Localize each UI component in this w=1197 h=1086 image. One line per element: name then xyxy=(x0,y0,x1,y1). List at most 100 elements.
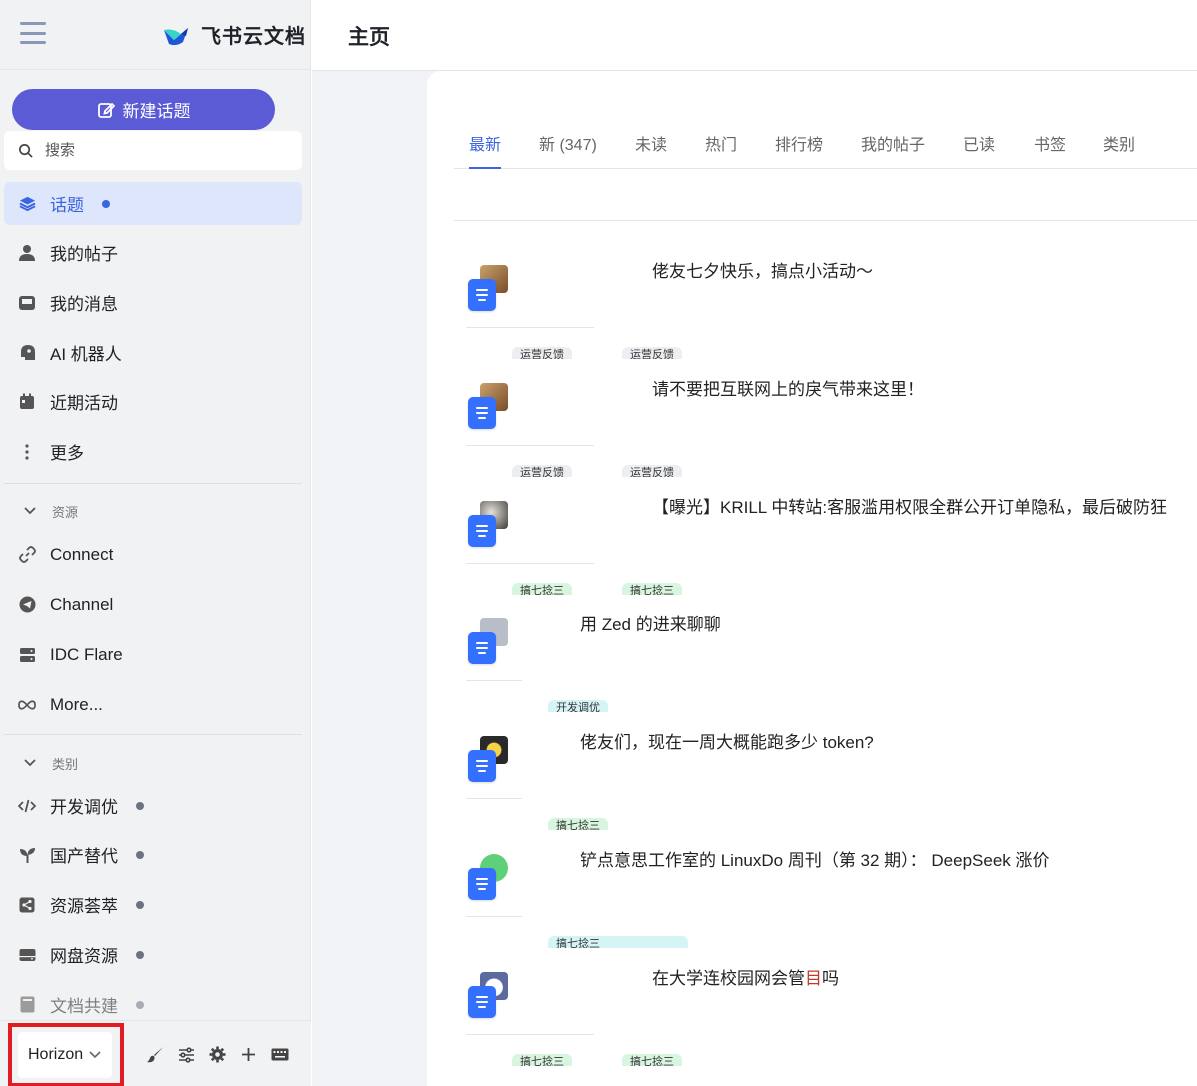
doc-icon xyxy=(468,868,496,900)
sidebar-item-label: More... xyxy=(50,694,103,714)
sidebar-item-messages[interactable]: 我的消息 xyxy=(4,281,302,324)
server-icon xyxy=(18,646,36,664)
sidebar-item-channel[interactable]: Channel xyxy=(4,583,302,626)
search-box[interactable] xyxy=(4,131,302,170)
category-tag[interactable]: 搞七捻三 xyxy=(512,583,572,595)
topic-title[interactable]: 佬友七夕快乐，搞点小活动～ xyxy=(652,257,873,282)
theme-select[interactable]: Horizon xyxy=(18,1032,112,1078)
tab-categories[interactable]: 类别 xyxy=(1103,116,1135,169)
brush-icon[interactable] xyxy=(146,1045,165,1064)
topic-title[interactable]: 在大学连校园网会管目吗 xyxy=(652,964,839,989)
hamburger-menu-icon[interactable] xyxy=(20,22,46,44)
tab-unread[interactable]: 未读 xyxy=(635,116,667,169)
sidebar-item-resource-collection[interactable]: 资源荟萃 xyxy=(4,883,302,926)
sidebar-item-events[interactable]: 近期活动 xyxy=(4,380,302,423)
sidebar-item-cloud-drive[interactable]: 网盘资源 xyxy=(4,933,302,976)
hdd-icon xyxy=(18,946,36,964)
divider xyxy=(466,1034,594,1035)
sidebar-item-label: 我的帖子 xyxy=(50,245,118,264)
brand[interactable]: 飞书云文档 xyxy=(161,20,306,49)
topic-title-tail: 吗 xyxy=(822,969,839,988)
sidebar-item-connect[interactable]: Connect xyxy=(4,533,302,576)
unread-dot xyxy=(136,850,144,859)
category-tag[interactable]: 运营反馈 xyxy=(512,465,572,477)
sidebar-item-label: 网盘资源 xyxy=(50,947,118,966)
topic-title[interactable]: 请不要把互联网上的戾气带来这里！ xyxy=(652,375,924,400)
book-icon xyxy=(18,996,36,1014)
sidebar: 飞书云文档 新建话题 话题 我的帖子 xyxy=(0,0,311,1086)
topic-row[interactable]: 佬友们，现在一周大概能跑多少 token? 搞七捻三 xyxy=(466,726,1197,844)
category-tag[interactable]: 搞七捻三 xyxy=(622,1054,682,1066)
new-topic-label: 新建话题 xyxy=(122,102,191,121)
tab-hot[interactable]: 热门 xyxy=(705,116,737,169)
sidebar-footer: Horizon xyxy=(0,1020,311,1086)
topic-row[interactable]: 在大学连校园网会管目吗 搞七捻三 搞七捻三 xyxy=(466,962,1197,1080)
sidebar-item-label: 开发调优 xyxy=(50,798,118,817)
sidebar-item-label: 我的消息 xyxy=(50,295,118,314)
gear-icon[interactable] xyxy=(208,1045,227,1064)
doc-icon xyxy=(468,750,496,782)
sidebar-item-idc-flare[interactable]: IDC Flare xyxy=(4,633,302,676)
sidebar-item-more[interactable]: 更多 xyxy=(4,430,302,473)
tab-leaderboard[interactable]: 排行榜 xyxy=(775,116,823,169)
categories-section-toggle[interactable]: 类别 xyxy=(4,748,302,778)
new-topic-button[interactable]: 新建话题 xyxy=(12,89,275,130)
inbox-icon xyxy=(18,294,36,312)
app-root: 飞书云文档 新建话题 话题 我的帖子 xyxy=(0,0,1197,1086)
tab-latest[interactable]: 最新 xyxy=(469,116,502,169)
topic-title[interactable]: 【曝光】KRILL 中转站:客服滥用权限全群公开订单隐私，最后破防狂 xyxy=(652,493,1167,518)
category-tag[interactable]: 搞七捻三 xyxy=(512,1054,572,1066)
link-icon xyxy=(18,546,36,564)
topic-row[interactable]: 佬友七夕快乐，搞点小活动～ 运营反馈 运营反馈 xyxy=(466,255,1197,373)
chevron-down-icon xyxy=(24,759,36,767)
chevron-down-icon xyxy=(89,1051,101,1059)
category-tag[interactable]: 运营反馈 xyxy=(622,347,682,359)
keyboard-icon[interactable] xyxy=(270,1045,289,1064)
topic-title[interactable]: 铲点意思工作室的 LinuxDo 周刊（第 32 期）： DeepSeek 涨价 xyxy=(580,846,1050,871)
sidebar-item-ai-robot[interactable]: AI 机器人 xyxy=(4,331,302,374)
category-tag[interactable]: 搞七捻三 xyxy=(548,936,688,948)
unread-dot xyxy=(136,1000,144,1009)
sliders-icon[interactable] xyxy=(177,1045,196,1064)
topic-row[interactable]: 用 Zed 的进来聊聊 开发调优 xyxy=(466,608,1197,726)
resources-section-toggle[interactable]: 资源 xyxy=(4,496,302,526)
topic-row[interactable]: 铲点意思工作室的 LinuxDo 周刊（第 32 期）： DeepSeek 涨价… xyxy=(466,844,1197,962)
doc-icon xyxy=(468,279,496,311)
page-title: 主页 xyxy=(348,26,390,49)
tab-read[interactable]: 已读 xyxy=(963,116,995,169)
main-header: 主页 xyxy=(312,0,1197,71)
plus-icon[interactable] xyxy=(239,1045,258,1064)
sidebar-item-topics[interactable]: 话题 xyxy=(4,182,302,225)
category-tag[interactable]: 搞七捻三 xyxy=(622,583,682,595)
category-tag[interactable]: 运营反馈 xyxy=(512,347,572,359)
category-tag[interactable]: 运营反馈 xyxy=(622,465,682,477)
topic-title[interactable]: 用 Zed 的进来聊聊 xyxy=(580,610,721,635)
topic-row[interactable]: 请不要把互联网上的戾气带来这里！ 运营反馈 运营反馈 xyxy=(466,373,1197,491)
topic-title-text: 在大学连校园网会管 xyxy=(652,969,805,988)
divider xyxy=(466,916,522,917)
sidebar-item-label: 文档共建 xyxy=(50,997,118,1016)
sidebar-item-my-posts[interactable]: 我的帖子 xyxy=(4,231,302,274)
sidebar-item-domestic-alternative[interactable]: 国产替代 xyxy=(4,833,302,876)
sidebar-item-dev-tuning[interactable]: 开发调优 xyxy=(4,784,302,827)
sidebar-item-label: 话题 xyxy=(50,196,84,215)
sidebar-item-label: 近期活动 xyxy=(50,394,118,413)
topic-row[interactable]: 【曝光】KRILL 中转站:客服滥用权限全群公开订单隐私，最后破防狂 搞七捻三 … xyxy=(466,491,1197,609)
tab-bookmarks[interactable]: 书签 xyxy=(1034,116,1066,169)
category-tag[interactable]: 开发调优 xyxy=(548,700,608,712)
share-icon xyxy=(18,896,36,914)
telegram-icon xyxy=(18,596,36,614)
unread-dot xyxy=(136,950,144,959)
divider xyxy=(454,220,1197,221)
divider xyxy=(466,445,594,446)
tab-my-posts[interactable]: 我的帖子 xyxy=(861,116,925,169)
category-tag[interactable]: 搞七捻三 xyxy=(548,818,608,830)
search-input[interactable] xyxy=(45,142,265,159)
sprout-icon xyxy=(18,846,36,864)
categories-heading: 类别 xyxy=(52,756,79,772)
tab-new[interactable]: 新 (347) xyxy=(539,116,597,169)
user-icon xyxy=(18,244,36,262)
doc-icon xyxy=(468,986,496,1018)
sidebar-item-more-resources[interactable]: More... xyxy=(4,683,302,726)
topic-title[interactable]: 佬友们，现在一周大概能跑多少 token? xyxy=(580,728,874,753)
